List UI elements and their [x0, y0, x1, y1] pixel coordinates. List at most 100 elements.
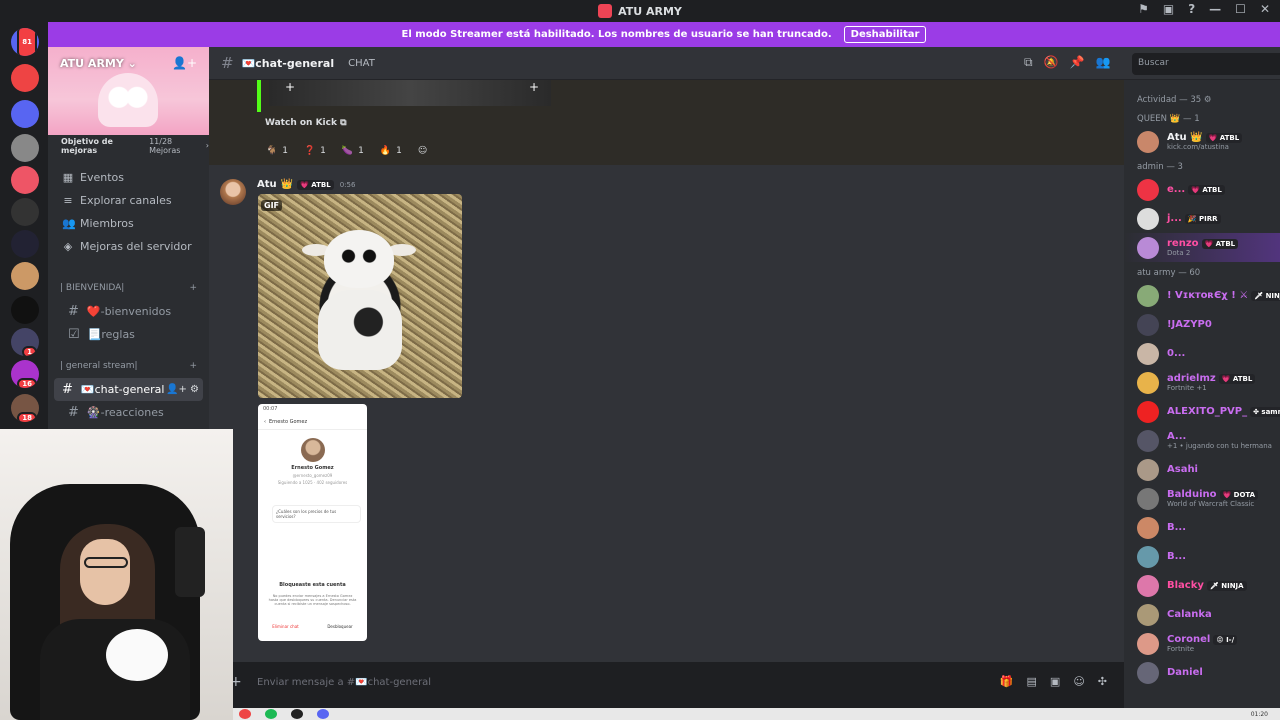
member-group-header: admin — 3: [1137, 162, 1183, 172]
reaction-goat[interactable]: 🐐 1: [261, 142, 293, 159]
close-button[interactable]: ✕: [1260, 2, 1270, 16]
nav-browse-channels[interactable]: ≡ Explorar canales: [48, 189, 209, 212]
server-icon[interactable]: 1: [11, 328, 39, 356]
member-status: Dota 2: [1167, 249, 1191, 257]
member-name: B...: [1167, 551, 1187, 562]
member-list-icon[interactable]: 👥: [1095, 55, 1110, 70]
activity-header[interactable]: Actividad — 35 ⚙: [1124, 80, 1280, 108]
category-general-stream[interactable]: | general stream| +: [48, 354, 209, 378]
category-bienvenida[interactable]: | BIENVENIDA| +: [48, 276, 209, 300]
avatar: [1137, 429, 1159, 452]
server-icon[interactable]: [11, 166, 39, 194]
watch-on-kick-link[interactable]: Watch on Kick ⧉: [265, 118, 347, 128]
channel-title: 💌chat-general: [241, 56, 335, 70]
emoji-icon[interactable]: ☺: [1073, 675, 1084, 688]
app-icon[interactable]: [291, 709, 303, 719]
chrome-icon[interactable]: [239, 709, 251, 719]
member-item[interactable]: A... +1 • jugando con tu hermana: [1124, 426, 1280, 455]
avatar: [1137, 487, 1159, 510]
crown-icon: 👑: [280, 179, 294, 190]
channel-header: # 💌chat-general CHAT ⧉ 🔕 📌 👥 Buscar: [209, 47, 1280, 80]
sticker-icon[interactable]: ▣: [1050, 675, 1060, 688]
member-item[interactable]: e... 💗 ATBL: [1124, 175, 1280, 204]
message-input-placeholder: Enviar mensaje a #💌chat-general: [257, 676, 432, 688]
channel-reglas[interactable]: ☑ 📃reglas: [54, 323, 203, 346]
spotify-icon[interactable]: [265, 709, 277, 719]
server-icon[interactable]: [11, 64, 39, 92]
server-name[interactable]: ATU ARMY ⌄: [60, 57, 137, 70]
reaction-question[interactable]: ❓ 1: [299, 142, 331, 159]
gift-icon[interactable]: 🎁: [1000, 675, 1014, 688]
member-item[interactable]: ALEXITO_PVP_✤ sammy: [1124, 397, 1280, 426]
member-item[interactable]: 0...: [1124, 339, 1280, 368]
member-item[interactable]: Atu 👑 💗 ATBL kick.com/atustina: [1124, 127, 1280, 156]
direct-messages-icon[interactable]: ✉81: [11, 28, 39, 56]
member-item[interactable]: Daniel: [1124, 658, 1280, 687]
server-icon[interactable]: [11, 198, 39, 226]
member-status: World of Warcraft Classic: [1167, 500, 1255, 508]
attached-screenshot[interactable]: 00:07 ‹ Ernesto Gomez Ernesto Gomez @erne…: [258, 404, 367, 641]
member-item[interactable]: Asahi: [1124, 455, 1280, 484]
threads-icon[interactable]: ⧉: [1024, 55, 1033, 70]
member-item[interactable]: B...: [1124, 542, 1280, 571]
member-item[interactable]: Blacky 🗡 NINJA: [1124, 571, 1280, 600]
reaction-fire[interactable]: 🔥 1: [375, 142, 407, 159]
folder-icon[interactable]: [11, 100, 39, 128]
screen-icon[interactable]: ▣: [1163, 2, 1174, 16]
member-item[interactable]: j... 🎉 PIRR: [1124, 204, 1280, 233]
member-item[interactable]: B...: [1124, 513, 1280, 542]
server-icon[interactable]: [11, 134, 39, 162]
search-input[interactable]: Buscar: [1132, 53, 1280, 75]
avatar[interactable]: [220, 179, 246, 205]
member-status: +1 • jugando con tu hermana: [1167, 442, 1272, 450]
inbox-icon[interactable]: ⚑: [1138, 2, 1149, 16]
mute-icon[interactable]: 🔕: [1044, 55, 1059, 70]
server-header[interactable]: ATU ARMY ⌄ 👤+: [48, 47, 209, 135]
server-icon[interactable]: [11, 296, 39, 324]
channel-bienvenidos[interactable]: # ❤️-bienvenidos: [54, 300, 203, 323]
disable-streamer-button[interactable]: Deshabilitar: [843, 26, 927, 43]
member-item[interactable]: Calanka: [1124, 600, 1280, 629]
add-channel-icon[interactable]: +: [189, 361, 197, 371]
message-author[interactable]: Atu: [257, 179, 277, 190]
add-channel-icon[interactable]: +: [189, 283, 197, 293]
gif-icon[interactable]: ▤: [1027, 675, 1037, 688]
channel-reacciones[interactable]: # 🎡-reacciones: [54, 401, 203, 424]
apps-icon[interactable]: ✣: [1098, 675, 1107, 688]
message-header: Atu 👑 💗 ATBL 0:56: [257, 179, 355, 190]
message-input[interactable]: + Enviar mensaje a #💌chat-general 🎁 ▤ ▣ …: [230, 670, 1115, 694]
kick-embed: + + Watch on Kick ⧉ 🐐 1 ❓ 1 🍆 1 🔥 1 ☺: [209, 80, 1124, 165]
reaction-eggplant[interactable]: 🍆 1: [337, 142, 369, 159]
server-tag[interactable]: 💗 ATBL: [297, 179, 334, 190]
server-icon[interactable]: [11, 230, 39, 258]
member-item[interactable]: adrielmz 💗 ATBL Fortnite +1: [1124, 368, 1280, 397]
server-icon[interactable]: [11, 262, 39, 290]
member-item[interactable]: ! VɪᴋᴛᴏʀЄχ ! ⚔🗡 NINJA: [1124, 281, 1280, 310]
nav-members[interactable]: 👥 Miembros: [48, 212, 209, 235]
help-icon[interactable]: ?: [1188, 2, 1195, 16]
goat-gif[interactable]: GIF: [258, 194, 462, 398]
nav-events[interactable]: ▦ Eventos: [48, 166, 209, 189]
boost-goal[interactable]: Objetivo de mejoras 11/28 Mejoras ›: [48, 135, 209, 156]
member-item[interactable]: renzo 💗 ATBL Dota 2: [1124, 233, 1280, 262]
member-name: !JAZYP0: [1167, 319, 1212, 330]
channel-chat-general[interactable]: # 💌chat-general 👤+ ⚙: [54, 378, 203, 401]
maximize-button[interactable]: ☐: [1235, 2, 1246, 16]
nav-server-boost[interactable]: ◈ Mejoras del servidor: [48, 235, 209, 258]
hash-icon: #: [68, 405, 79, 420]
embed-thumbnail[interactable]: + +: [269, 80, 551, 106]
minimize-button[interactable]: —: [1209, 2, 1221, 16]
server-icon[interactable]: 18: [11, 394, 39, 422]
pin-icon[interactable]: 📌: [1070, 55, 1085, 70]
member-item[interactable]: Coronel 😡 I-/ Fortnite: [1124, 629, 1280, 658]
avatar: [1137, 400, 1159, 423]
add-member-icon[interactable]: 👤+: [172, 56, 197, 70]
add-reaction-icon[interactable]: ☺: [413, 142, 432, 159]
server-icon[interactable]: 16: [11, 360, 39, 388]
discord-icon[interactable]: [317, 709, 329, 719]
server-banner-art: [98, 73, 158, 127]
member-item[interactable]: !JAZYP0: [1124, 310, 1280, 339]
avatar: [1137, 603, 1159, 626]
channel-settings-icon[interactable]: 👤+ ⚙: [166, 384, 203, 395]
member-item[interactable]: Balduino 💗 DOTA World of Warcraft Classic: [1124, 484, 1280, 513]
